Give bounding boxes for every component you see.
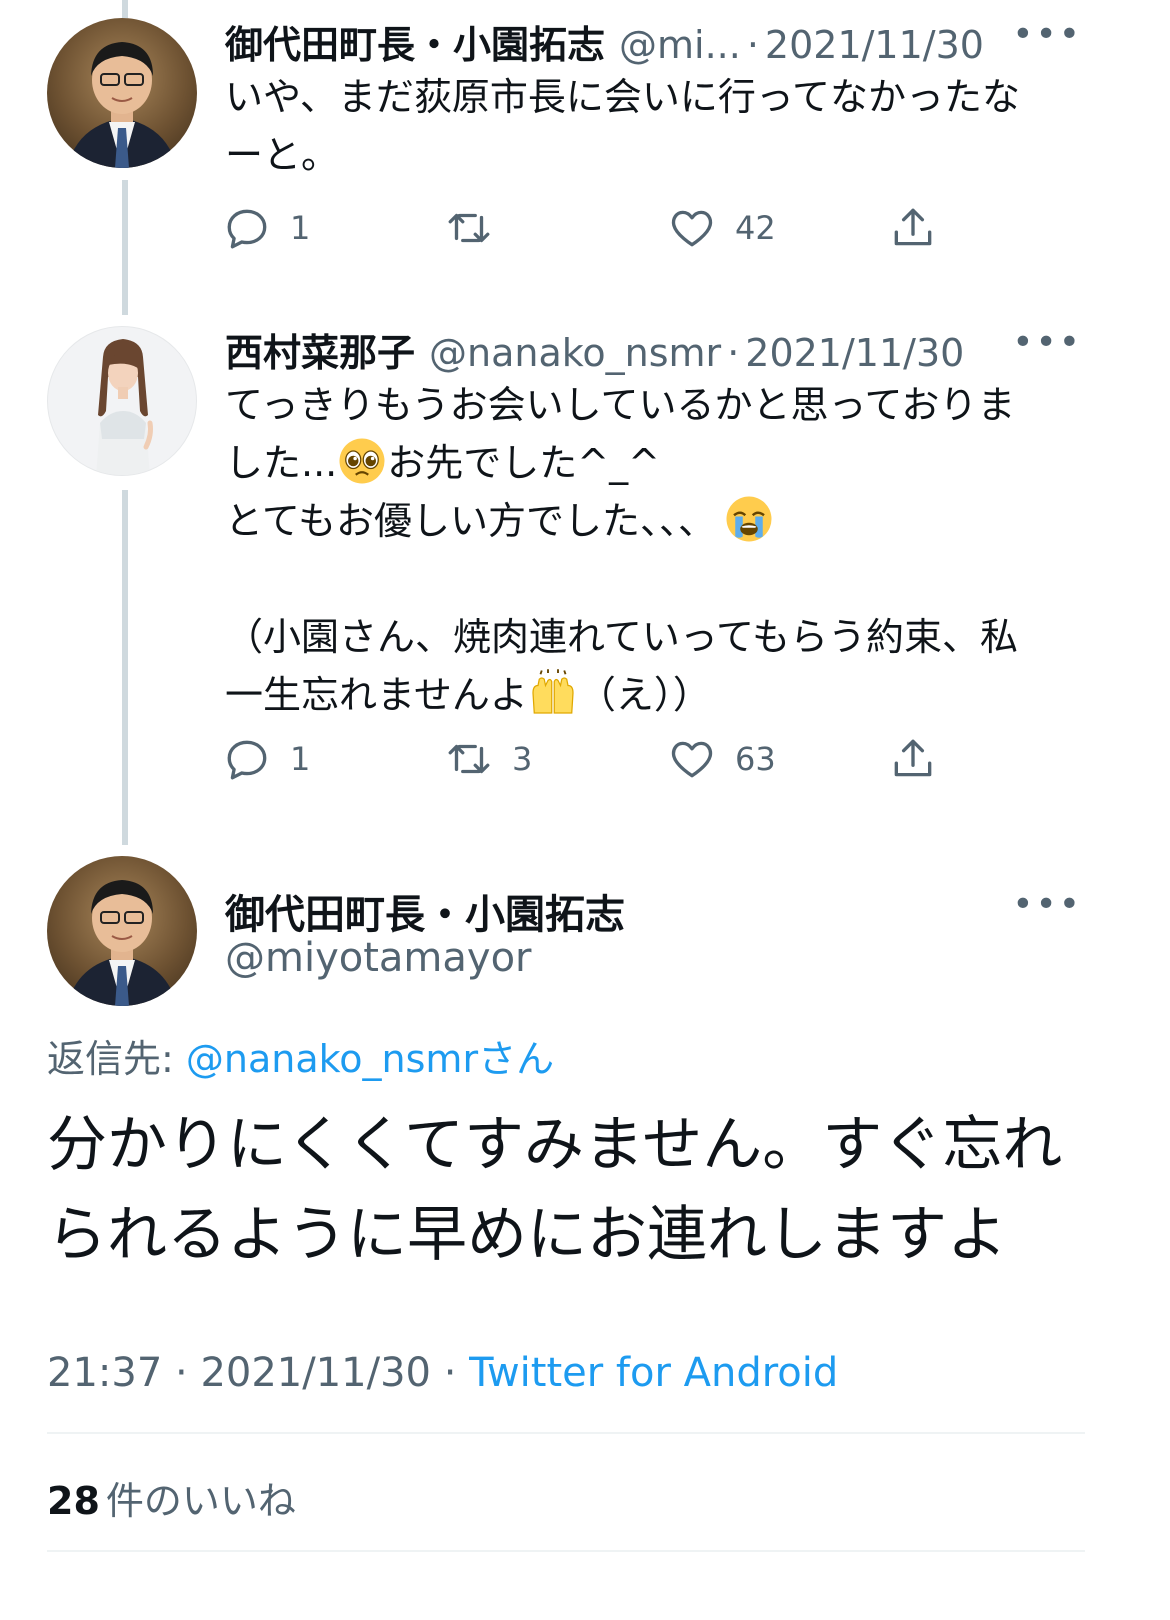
share-button[interactable] xyxy=(888,198,938,258)
main-tweet-text: 分かりにくくてすみません。すぐ忘れ られるように早めにお連れしますよ xyxy=(47,1110,1063,1270)
author-name[interactable]: 御代田町長・小園拓志 xyxy=(225,882,625,940)
reply-mention-suffix[interactable]: さん xyxy=(478,1037,554,1081)
retweet-button[interactable]: 3 xyxy=(444,729,532,789)
like-button[interactable]: 63 xyxy=(667,729,776,789)
retweet-button[interactable] xyxy=(444,198,512,258)
mayor-photo xyxy=(67,880,177,1006)
divider xyxy=(47,1432,1085,1434)
nanako-photo xyxy=(96,339,153,475)
tweet-text-line: （小園さん、焼肉連れていってもらう約束、私 xyxy=(225,615,1019,659)
tweet-text-line: した... お先でした^_^ xyxy=(225,434,1085,492)
like-count: 63 xyxy=(735,740,776,778)
retweet-icon xyxy=(448,213,490,243)
tweet-text-segment: 一生忘れませんよ xyxy=(225,673,528,717)
tweet-actions: 1 3 63 xyxy=(222,729,962,789)
thread-line xyxy=(122,0,128,18)
reply-count: 1 xyxy=(290,209,311,247)
author-handle[interactable]: @mi... xyxy=(619,23,741,67)
tweet-text: てっきりもうお会いしているかと思っておりま した... お先でした^_^ とても… xyxy=(225,376,1085,724)
tweet-text-line: てっきりもうお会いしているかと思っておりま xyxy=(225,383,1016,427)
separator: · xyxy=(727,331,740,375)
crying-face-emoji xyxy=(726,496,772,542)
share-button[interactable] xyxy=(888,729,938,789)
tweet-time: 21:37 xyxy=(47,1350,163,1396)
separator: · xyxy=(746,23,759,67)
reply-count: 1 xyxy=(290,740,311,778)
share-icon xyxy=(894,739,932,777)
thread-line xyxy=(122,490,128,845)
retweet-count: 3 xyxy=(512,740,533,778)
author-name[interactable]: 御代田町長・小園拓志 xyxy=(225,14,605,69)
author-handle[interactable]: @nanako_nsmr xyxy=(429,331,721,375)
reply-button[interactable]: 1 xyxy=(222,198,310,258)
tweet-actions: 1 42 xyxy=(222,198,962,258)
pleading-face-emoji xyxy=(339,438,385,484)
separator: · xyxy=(443,1350,457,1396)
avatar[interactable] xyxy=(47,856,197,1006)
like-button[interactable]: 42 xyxy=(667,198,776,258)
likes-summary[interactable]: 28 件のいいね xyxy=(47,1470,296,1525)
more-icon[interactable]: ••• xyxy=(1012,884,1082,925)
tweet-meta: 21:37 · 2021/11/30 · Twitter for Android xyxy=(47,1350,838,1396)
tweet-text-segment: とてもお優しい方でした、、、 xyxy=(225,499,716,543)
like-total: 28 xyxy=(47,1479,100,1523)
raising-hands-emoji xyxy=(532,669,574,714)
author-handle[interactable]: @miyotamayor xyxy=(225,935,531,981)
tweet-text-segment: した... xyxy=(225,441,338,485)
reply-button[interactable]: 1 xyxy=(222,729,310,789)
like-label: 件のいいね xyxy=(105,1479,296,1523)
tweet-header: 御代田町長・小園拓志 @mi... · 2021/11/30 xyxy=(225,14,984,69)
tweet-text-line: とてもお優しい方でした、、、 xyxy=(225,492,1085,550)
tweet-text-segment: お先でした^_^ xyxy=(387,441,660,485)
separator: · xyxy=(175,1350,188,1396)
author-name[interactable]: 西村菜那子 xyxy=(225,322,415,377)
avatar[interactable] xyxy=(47,18,197,168)
like-count: 42 xyxy=(735,209,776,247)
client-link[interactable]: Twitter for Android xyxy=(469,1350,838,1396)
like-icon xyxy=(671,741,713,778)
tweet-text-line xyxy=(225,550,1085,608)
tweet-text: いや、まだ荻原市長に会いに行ってなかったな ーと。 xyxy=(225,75,1020,177)
share-icon xyxy=(894,208,932,246)
divider xyxy=(47,1550,1085,1552)
tweet-text-segment: （え）） xyxy=(577,673,711,717)
retweet-icon xyxy=(448,744,490,774)
mayor-photo xyxy=(67,42,177,168)
reply-icon xyxy=(227,740,267,780)
thread-line xyxy=(122,180,128,315)
tweet-date: 2021/11/30 xyxy=(200,1350,431,1396)
like-icon xyxy=(671,210,713,247)
reply-to-label: 返信先: xyxy=(47,1037,174,1081)
reply-to-line: 返信先: @nanako_nsmrさん xyxy=(47,1028,554,1083)
tweet-date[interactable]: 2021/11/30 xyxy=(745,331,964,375)
tweet-text-line: 一生忘れませんよ （え）） xyxy=(225,666,1085,724)
reply-mention-link[interactable]: @nanako_nsmr xyxy=(186,1037,478,1081)
tweet-date[interactable]: 2021/11/30 xyxy=(765,23,984,67)
more-icon[interactable]: ••• xyxy=(1012,322,1082,363)
reply-icon xyxy=(227,209,267,249)
tweet-header: 西村菜那子 @nanako_nsmr · 2021/11/30 xyxy=(225,322,964,377)
more-icon[interactable]: ••• xyxy=(1012,14,1082,55)
avatar[interactable] xyxy=(47,326,197,476)
